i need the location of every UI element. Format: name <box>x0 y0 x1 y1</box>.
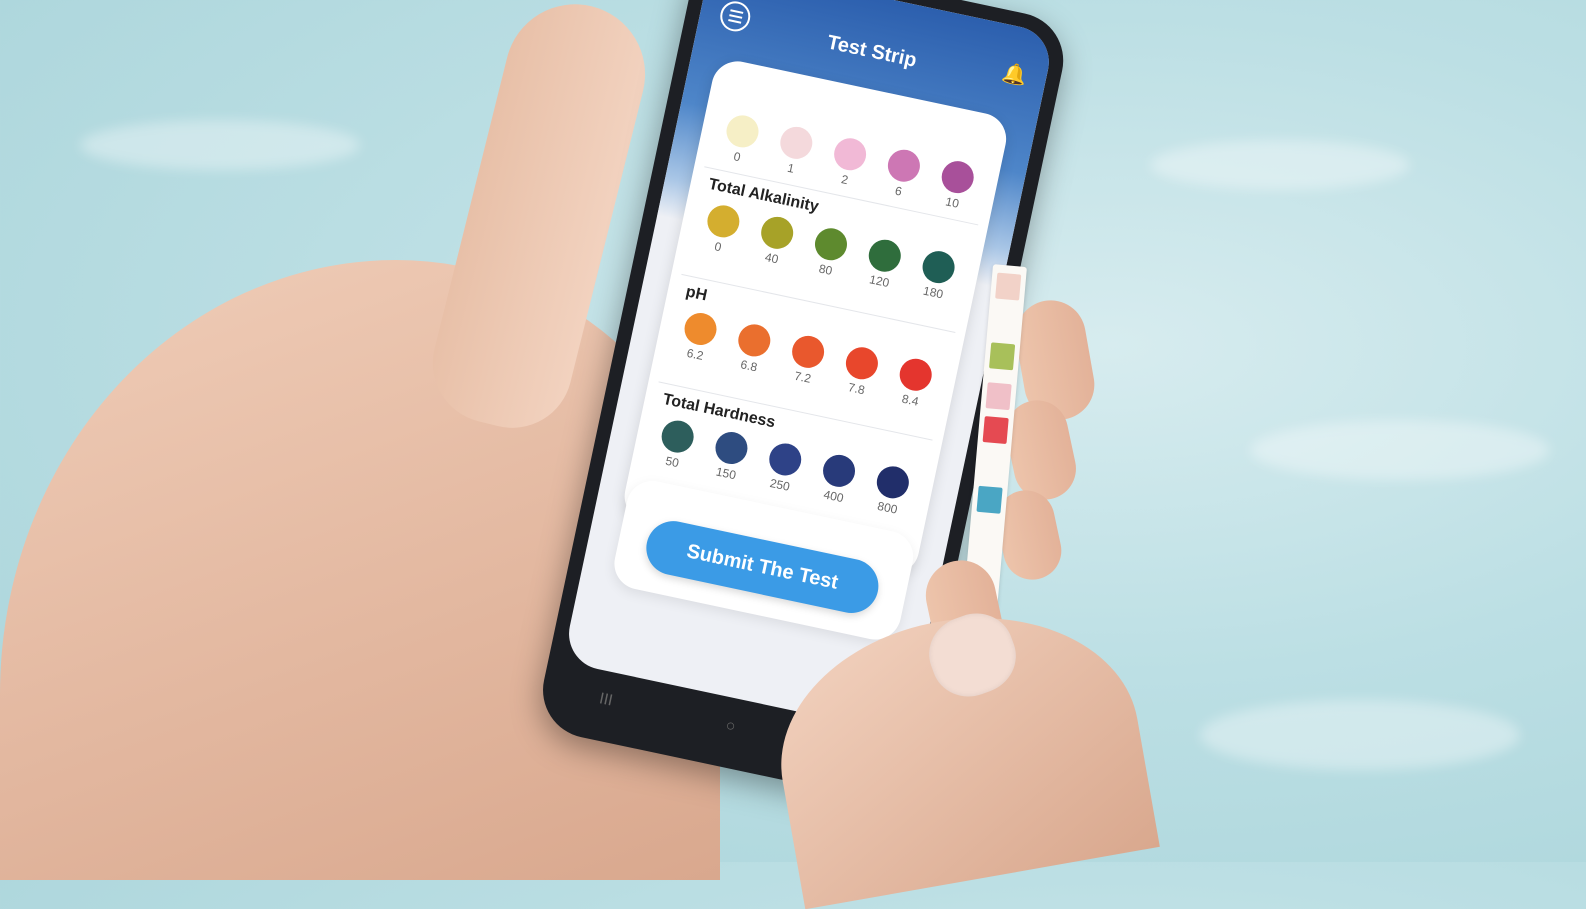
swatch-dot <box>735 321 774 360</box>
swatch-label: 2 <box>839 172 850 188</box>
swatch-label: 40 <box>763 250 780 267</box>
swatch-dot <box>723 112 762 151</box>
color-swatch[interactable]: 180 <box>910 247 963 304</box>
color-swatch[interactable]: 7.2 <box>780 332 833 389</box>
color-swatch[interactable]: 1 <box>768 123 821 180</box>
water-ripple <box>1200 700 1520 770</box>
color-swatch[interactable]: 6 <box>876 145 929 202</box>
swatch-label: 10 <box>944 194 961 211</box>
swatch-dot <box>938 158 977 197</box>
strip-pad <box>989 342 1016 371</box>
swatch-label: 120 <box>868 272 891 291</box>
water-ripple <box>1150 140 1410 190</box>
color-swatch[interactable]: 8.4 <box>887 354 940 411</box>
strip-pad <box>985 382 1012 411</box>
swatch-dot <box>865 236 904 275</box>
color-swatch[interactable]: 80 <box>803 224 856 281</box>
swatch-label: 80 <box>817 261 834 278</box>
swatch-label: 180 <box>921 283 945 302</box>
swatch-dot <box>884 146 923 185</box>
swatch-dot <box>820 451 859 490</box>
swatch-dot <box>789 332 828 371</box>
swatch-dot <box>658 417 697 456</box>
color-swatch[interactable]: 800 <box>864 462 917 519</box>
color-swatch[interactable]: 120 <box>856 235 909 292</box>
swatch-label: 150 <box>714 464 738 483</box>
color-swatch[interactable]: 7.8 <box>834 343 887 400</box>
swatch-dot <box>812 225 850 264</box>
color-swatch[interactable]: 2 <box>822 134 875 191</box>
color-swatch[interactable]: 0 <box>714 111 767 168</box>
swatch-dot <box>758 213 797 252</box>
swatch-label: 6.2 <box>685 345 705 363</box>
swatch-dot <box>777 123 816 162</box>
swatch-dot <box>681 310 720 348</box>
swatch-label: 0 <box>732 149 742 165</box>
strip-pad <box>982 416 1009 445</box>
swatch-dot <box>842 344 881 383</box>
color-swatch[interactable]: 250 <box>757 439 810 496</box>
swatch-dot <box>766 440 805 479</box>
swatch-label: 250 <box>768 475 792 494</box>
swatch-dot <box>704 202 743 241</box>
swatch-label: 6.8 <box>739 357 759 375</box>
swatch-dot <box>873 463 912 502</box>
swatch-label: 7.2 <box>793 368 813 386</box>
swatch-label: 7.8 <box>846 380 867 398</box>
swatch-dot <box>712 429 751 467</box>
color-swatch[interactable]: 40 <box>749 213 802 270</box>
color-swatch[interactable]: 0 <box>695 201 748 258</box>
color-swatch[interactable]: 6.8 <box>726 320 779 377</box>
strip-pad <box>995 272 1022 301</box>
swatch-label: 400 <box>822 487 845 506</box>
home-icon[interactable]: ○ <box>721 717 737 748</box>
swatch-label: 6 <box>893 183 904 199</box>
color-swatch[interactable]: 10 <box>929 157 982 214</box>
color-swatch[interactable]: 50 <box>649 416 702 473</box>
swatch-dot <box>896 355 935 394</box>
swatch-label: 1 <box>786 160 796 176</box>
swatch-label: 0 <box>713 239 723 255</box>
strip-pad <box>976 485 1003 514</box>
recent-apps-icon[interactable]: III <box>595 690 615 722</box>
swatch-dot <box>919 248 958 287</box>
color-swatch[interactable]: 6.2 <box>672 309 725 366</box>
swatch-dot <box>831 135 870 174</box>
water-ripple <box>1250 420 1550 480</box>
water-ripple <box>80 120 360 170</box>
color-swatch[interactable]: 400 <box>811 451 864 508</box>
bell-icon[interactable]: 🔔 <box>1000 61 1029 88</box>
swatch-label: 800 <box>876 498 899 517</box>
swatch-label: 8.4 <box>900 391 920 409</box>
swatch-label: 50 <box>664 453 681 471</box>
color-swatch[interactable]: 150 <box>703 428 756 485</box>
